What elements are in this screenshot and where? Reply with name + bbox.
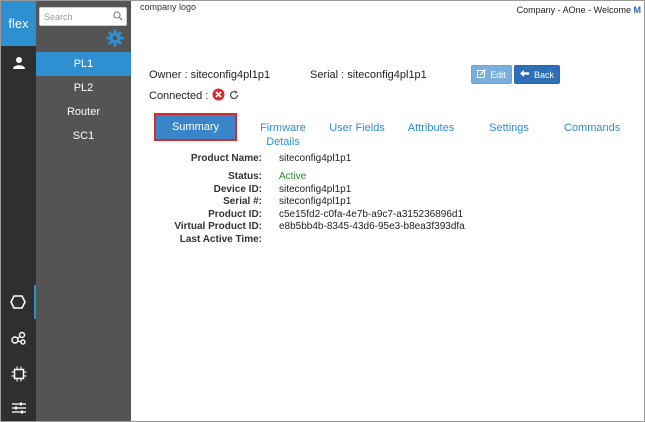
edit-label: Edit bbox=[490, 69, 506, 80]
search-icon[interactable] bbox=[113, 11, 123, 24]
detail-key: Serial #: bbox=[223, 196, 262, 207]
tab-summary[interactable]: Summary bbox=[154, 113, 237, 141]
tab-settings[interactable]: Settings bbox=[486, 121, 532, 135]
tab-user-fields[interactable]: User Fields bbox=[326, 121, 388, 135]
brand-logo[interactable]: flex bbox=[1, 1, 36, 46]
gear-icon[interactable] bbox=[106, 29, 124, 50]
detail-value: siteconfig4pl1p1 bbox=[279, 184, 352, 195]
tree-item-pl2[interactable]: PL2 bbox=[36, 76, 131, 100]
detail-key: Status: bbox=[228, 171, 262, 182]
connection-status: Connected : bbox=[149, 88, 239, 104]
tab-bar: Summary Firmware Details User Fields Att… bbox=[154, 112, 634, 149]
owner-label: Owner : siteconfig4pl1p1 bbox=[149, 69, 271, 81]
sliders-icon[interactable] bbox=[1, 395, 36, 421]
tab-firmware-details[interactable]: Firmware Details bbox=[251, 121, 315, 149]
tab-firmware-label: Firmware bbox=[260, 122, 306, 134]
welcome-label: Company - AOne - Welcome bbox=[516, 5, 634, 15]
back-icon bbox=[519, 69, 530, 80]
back-label: Back bbox=[533, 69, 554, 80]
user-icon[interactable] bbox=[1, 49, 36, 77]
network-nodes-icon[interactable] bbox=[1, 323, 36, 353]
detail-value: c5e15fd2-c0fa-4e7b-a9c7-a315236896d1 bbox=[279, 209, 464, 220]
refresh-icon[interactable] bbox=[229, 90, 239, 103]
user-name-link[interactable]: M bbox=[634, 5, 642, 15]
edit-button[interactable]: Edit bbox=[471, 65, 512, 84]
detail-value: e8b5bb4b-8345-43d6-95e3-b8ea3f393dfa bbox=[279, 221, 465, 232]
detail-key: Virtual Product ID: bbox=[174, 221, 262, 232]
detail-key: Last Active Time: bbox=[179, 234, 262, 245]
tab-details-label: Details bbox=[266, 136, 300, 148]
company-logo: company logo bbox=[140, 2, 197, 12]
device-tree: PL1 PL2 Router SC1 bbox=[36, 52, 131, 148]
detail-key: Device ID: bbox=[213, 184, 262, 195]
tab-commands[interactable]: Commands bbox=[564, 121, 620, 135]
detail-key: Product ID: bbox=[208, 209, 262, 220]
tree-item-pl1[interactable]: PL1 bbox=[36, 52, 131, 76]
tree-item-router[interactable]: Router bbox=[36, 100, 131, 124]
chip-icon[interactable] bbox=[1, 359, 36, 389]
edit-icon bbox=[477, 69, 487, 80]
tab-attributes[interactable]: Attributes bbox=[404, 121, 458, 135]
disconnected-icon bbox=[212, 88, 225, 104]
serial-label: Serial : siteconfig4pl1p1 bbox=[310, 69, 427, 81]
connected-label: Connected : bbox=[149, 90, 209, 102]
detail-key: Product Name: bbox=[190, 153, 262, 164]
back-button[interactable]: Back bbox=[514, 65, 560, 84]
tree-item-sc1[interactable]: SC1 bbox=[36, 124, 131, 148]
detail-value: siteconfig4pl1p1 bbox=[279, 153, 352, 164]
search-box bbox=[39, 7, 127, 26]
search-input[interactable] bbox=[40, 8, 112, 25]
icon-rail: flex bbox=[1, 1, 36, 421]
detail-value: siteconfig4pl1p1 bbox=[279, 196, 352, 207]
device-tree-panel: PL1 PL2 Router SC1 bbox=[36, 1, 131, 421]
welcome-text: Company - AOne - Welcome M bbox=[517, 5, 641, 15]
hexagon-icon[interactable] bbox=[1, 285, 36, 319]
status-value: Active bbox=[279, 171, 307, 182]
